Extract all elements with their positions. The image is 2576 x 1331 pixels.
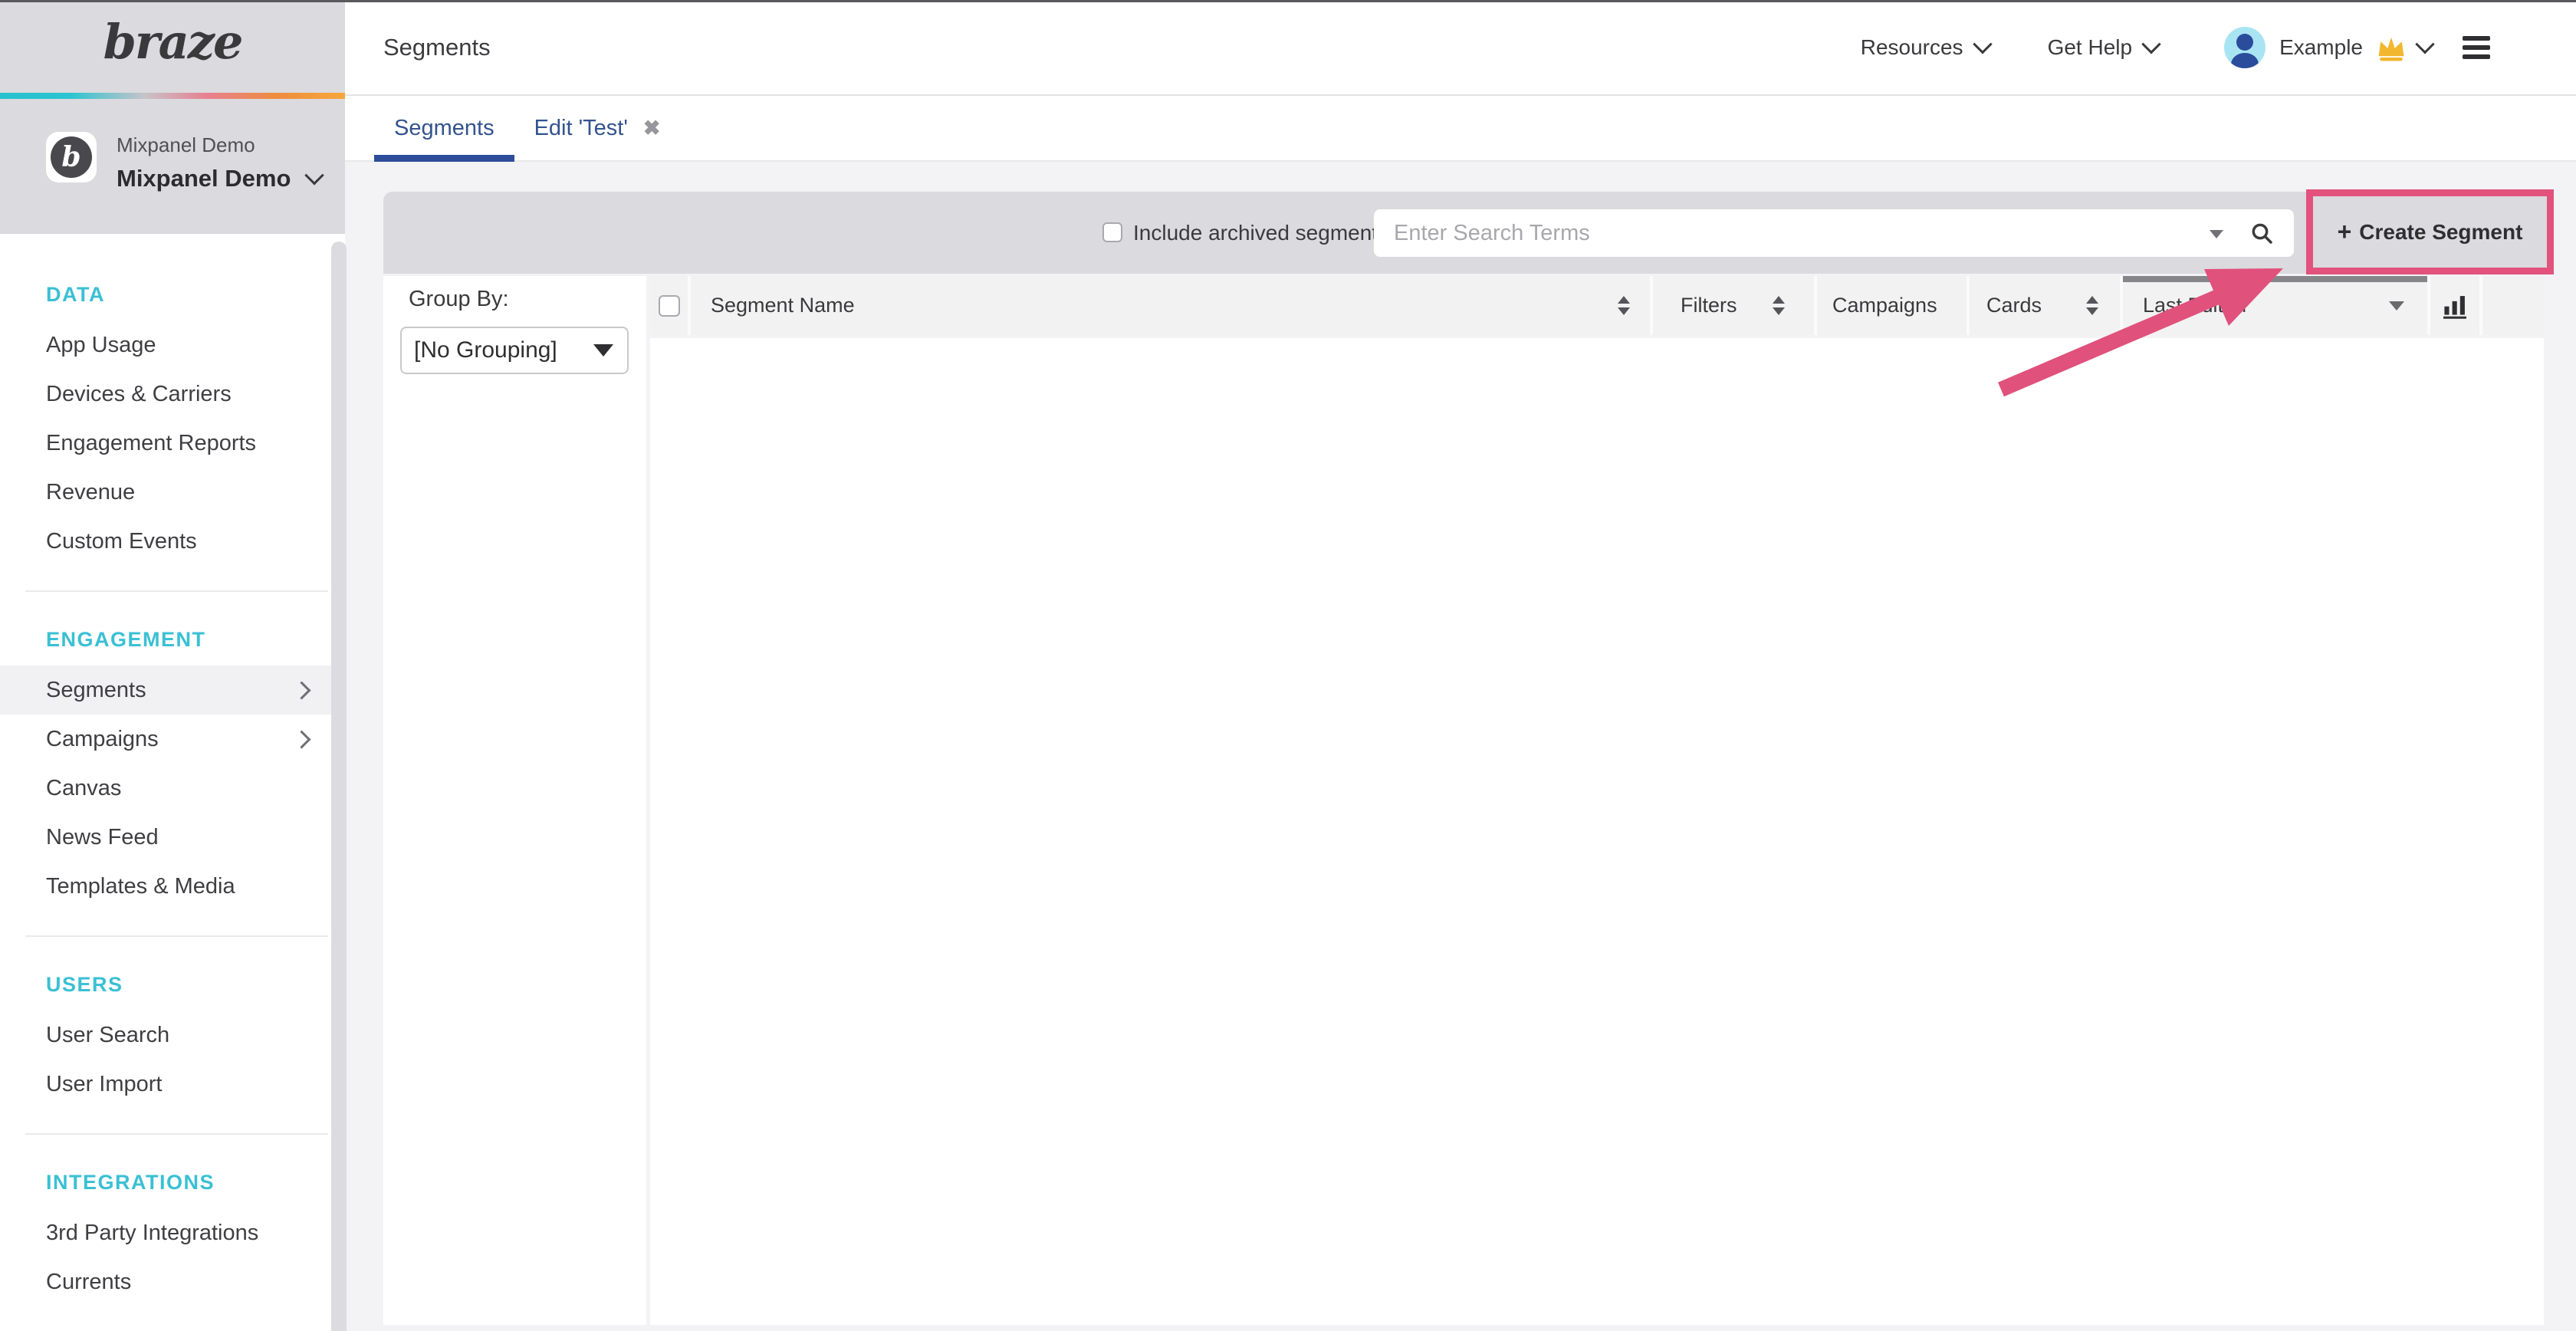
resources-menu[interactable]: Resources <box>1861 35 1990 60</box>
chevron-down-icon[interactable] <box>2415 35 2434 54</box>
company-name: Mixpanel Demo <box>117 133 321 157</box>
app-icon: b <box>46 132 97 182</box>
search-box <box>1374 209 2294 257</box>
braze-logo: braze <box>0 14 345 70</box>
nav-section-integrations: INTEGRATIONS <box>0 1156 345 1208</box>
column-header-filters[interactable]: Filters <box>1653 276 1814 335</box>
column-header-analytics[interactable] <box>2430 276 2479 335</box>
chevron-down-icon <box>305 166 324 185</box>
header-nav: Resources Get Help Example <box>1861 27 2576 68</box>
sidebar-item-app-usage[interactable]: App Usage <box>0 320 345 370</box>
sidebar-item-campaigns[interactable]: Campaigns <box>0 715 345 764</box>
create-segment-label: Create Segment <box>2359 220 2522 245</box>
column-header-segment-name[interactable]: Segment Name <box>691 276 1650 335</box>
include-archived-checkbox[interactable] <box>1102 222 1122 242</box>
sidebar-divider <box>25 1133 328 1135</box>
tab-edit-test-label: Edit 'Test' <box>534 116 628 141</box>
chevron-down-icon <box>2141 35 2160 54</box>
close-icon[interactable]: ✖ <box>643 117 661 140</box>
user-name: Example <box>2279 35 2363 60</box>
plus-icon: + <box>2338 218 2352 246</box>
tab-bar: Segments Edit 'Test' ✖ <box>345 96 2576 162</box>
crown-icon <box>2375 33 2407 62</box>
segments-table-header: Segment Name Filters Campaigns Cards Las… <box>650 276 2544 335</box>
sidebar-item-segments[interactable]: Segments <box>0 666 345 715</box>
account-switcher: b Mixpanel Demo Mixpanel Demo <box>46 132 321 192</box>
sidebar-divider <box>25 590 328 592</box>
segments-table-body <box>650 338 2544 1325</box>
sidebar-item-canvas[interactable]: Canvas <box>0 764 345 813</box>
app-selector[interactable]: Mixpanel Demo <box>117 165 321 192</box>
brand-gradient-divider <box>0 93 345 99</box>
include-archived-label: Include archived segments <box>1133 192 1388 274</box>
tab-segments[interactable]: Segments <box>374 96 514 160</box>
tab-segments-label: Segments <box>394 116 495 141</box>
search-dropdown-caret-icon[interactable] <box>2210 230 2223 238</box>
braze-dashboard: Segments Resources Get Help Example <box>0 0 2576 1331</box>
sidebar-scrollbar[interactable] <box>331 242 347 1331</box>
app-logo-icon: b <box>51 136 92 178</box>
search-icon[interactable] <box>2249 221 2274 249</box>
get-help-menu[interactable]: Get Help <box>2048 35 2159 60</box>
column-header-cards[interactable]: Cards <box>1970 276 2120 335</box>
sidebar-item-currents[interactable]: Currents <box>0 1257 345 1306</box>
sort-icon <box>1618 296 1630 315</box>
column-header-spacer <box>2482 276 2544 335</box>
sidebar-nav: DATA App Usage Devices & Carriers Engage… <box>0 234 345 1306</box>
hamburger-menu-icon[interactable] <box>2463 36 2490 59</box>
sidebar-item-3rd-party-integrations[interactable]: 3rd Party Integrations <box>0 1208 345 1257</box>
chevron-down-icon <box>1973 35 1992 54</box>
sidebar-item-revenue[interactable]: Revenue <box>0 468 345 517</box>
sidebar-divider <box>25 935 328 937</box>
page-title: Segments <box>383 34 491 61</box>
sidebar-item-templates-media[interactable]: Templates & Media <box>0 862 345 911</box>
select-all-cell <box>650 276 688 335</box>
sidebar-item-user-search[interactable]: User Search <box>0 1011 345 1060</box>
create-segment-button[interactable]: + Create Segment <box>2306 189 2554 274</box>
sort-icon <box>1773 296 1785 315</box>
select-all-checkbox[interactable] <box>659 295 680 317</box>
avatar-person-icon <box>2231 53 2259 68</box>
bar-chart-icon <box>2442 293 2468 319</box>
column-header-last-edited[interactable]: Last Edited <box>2123 276 2427 335</box>
group-by-value: [No Grouping] <box>414 337 557 363</box>
group-by-select[interactable]: [No Grouping] <box>400 327 629 374</box>
group-by-panel: Group By: [No Grouping] <box>383 276 646 1325</box>
sidebar-header: braze b Mixpanel Demo Mixpanel Demo <box>0 0 345 234</box>
sidebar: braze b Mixpanel Demo Mixpanel Demo DATA… <box>0 0 345 1331</box>
avatar-person-icon <box>2236 34 2253 51</box>
sort-icon <box>2086 296 2098 315</box>
column-header-campaigns[interactable]: Campaigns <box>1817 276 1967 335</box>
app-name: Mixpanel Demo <box>117 165 291 192</box>
get-help-label: Get Help <box>2048 35 2133 60</box>
nav-section-users: USERS <box>0 958 345 1011</box>
account-text: Mixpanel Demo Mixpanel Demo <box>117 132 321 192</box>
sidebar-item-devices-carriers[interactable]: Devices & Carriers <box>0 370 345 419</box>
user-avatar[interactable] <box>2224 27 2266 68</box>
sidebar-item-custom-events[interactable]: Custom Events <box>0 517 345 566</box>
segments-toolbar: Include archived segments <box>383 192 2544 274</box>
sidebar-item-news-feed[interactable]: News Feed <box>0 813 345 862</box>
sort-direction-icon <box>2389 301 2404 311</box>
group-by-label: Group By: <box>409 287 509 312</box>
chevron-right-icon <box>292 730 310 748</box>
resources-label: Resources <box>1861 35 1963 60</box>
sidebar-item-engagement-reports[interactable]: Engagement Reports <box>0 419 345 468</box>
top-header: Segments Resources Get Help Example <box>345 0 2576 96</box>
select-caret-icon <box>593 344 613 357</box>
chevron-right-icon <box>292 681 310 699</box>
nav-section-data: DATA <box>0 268 345 320</box>
nav-section-engagement: ENGAGEMENT <box>0 613 345 666</box>
tab-edit-test[interactable]: Edit 'Test' ✖ <box>514 96 681 160</box>
sidebar-item-user-import[interactable]: User Import <box>0 1060 345 1109</box>
search-input[interactable] <box>1374 209 2294 257</box>
